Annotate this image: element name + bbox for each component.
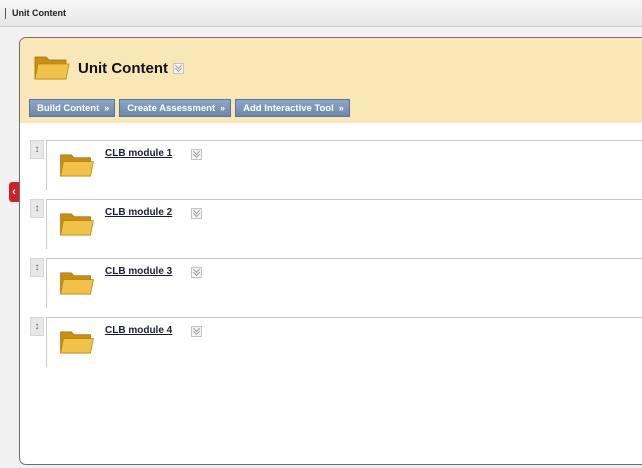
- double-chevron-down-icon[interactable]: [191, 149, 202, 160]
- breadcrumb: Unit Content: [0, 0, 642, 27]
- module-card: CLB module 3: [46, 258, 642, 308]
- module-card: CLB module 2: [46, 199, 642, 249]
- double-chevron-down-icon[interactable]: [173, 63, 184, 74]
- create-assessment-button[interactable]: Create Assessment »: [119, 99, 232, 117]
- double-chevron-down-icon[interactable]: [191, 326, 202, 337]
- collapse-menu-button[interactable]: ‹: [9, 182, 19, 202]
- folder-icon: [34, 56, 70, 80]
- folder-icon: [60, 154, 94, 177]
- module-link[interactable]: CLB module 2: [105, 207, 172, 218]
- add-interactive-tool-button[interactable]: Add Interactive Tool »: [235, 99, 350, 117]
- content-toolbar: Build Content » Create Assessment » Add …: [29, 99, 350, 117]
- module-link[interactable]: CLB module 1: [105, 148, 172, 159]
- content-list: ↕ CLB module 1 ↕ CLB module 2 ↕ CLB modu…: [30, 140, 642, 376]
- drag-handle-icon[interactable]: ↕: [30, 199, 44, 218]
- module-link[interactable]: CLB module 3: [105, 266, 172, 277]
- folder-icon: [60, 213, 94, 236]
- build-content-button[interactable]: Build Content »: [29, 99, 116, 117]
- double-chevron-down-icon[interactable]: [191, 208, 202, 219]
- double-chevron-down-icon[interactable]: [191, 267, 202, 278]
- drag-handle-icon[interactable]: ↕: [30, 317, 44, 336]
- chevron-left-icon: ‹: [12, 185, 16, 198]
- page-header: Unit Content Build Content » Create Asse…: [20, 38, 642, 123]
- list-item: ↕ CLB module 3: [30, 258, 642, 317]
- drag-handle-icon[interactable]: ↕: [30, 258, 44, 277]
- module-card: CLB module 4: [46, 317, 642, 367]
- build-content-label: Build Content: [37, 102, 100, 114]
- list-item: ↕ CLB module 1: [30, 140, 642, 199]
- list-item: ↕ CLB module 4: [30, 317, 642, 376]
- double-chevron-down-icon: »: [220, 102, 226, 113]
- double-chevron-down-icon: »: [104, 102, 110, 113]
- breadcrumb-divider: [5, 8, 6, 19]
- breadcrumb-current: Unit Content: [12, 8, 66, 18]
- list-item: ↕ CLB module 2: [30, 199, 642, 258]
- add-interactive-tool-label: Add Interactive Tool: [243, 102, 334, 114]
- module-card: CLB module 1: [46, 140, 642, 190]
- page-title: Unit Content: [78, 60, 168, 77]
- folder-icon: [60, 331, 94, 354]
- folder-icon: [60, 272, 94, 295]
- module-link[interactable]: CLB module 4: [105, 325, 172, 336]
- drag-handle-icon[interactable]: ↕: [30, 140, 44, 159]
- content-area: Unit Content Build Content » Create Asse…: [19, 37, 642, 465]
- create-assessment-label: Create Assessment: [127, 102, 216, 114]
- double-chevron-down-icon: »: [338, 102, 344, 113]
